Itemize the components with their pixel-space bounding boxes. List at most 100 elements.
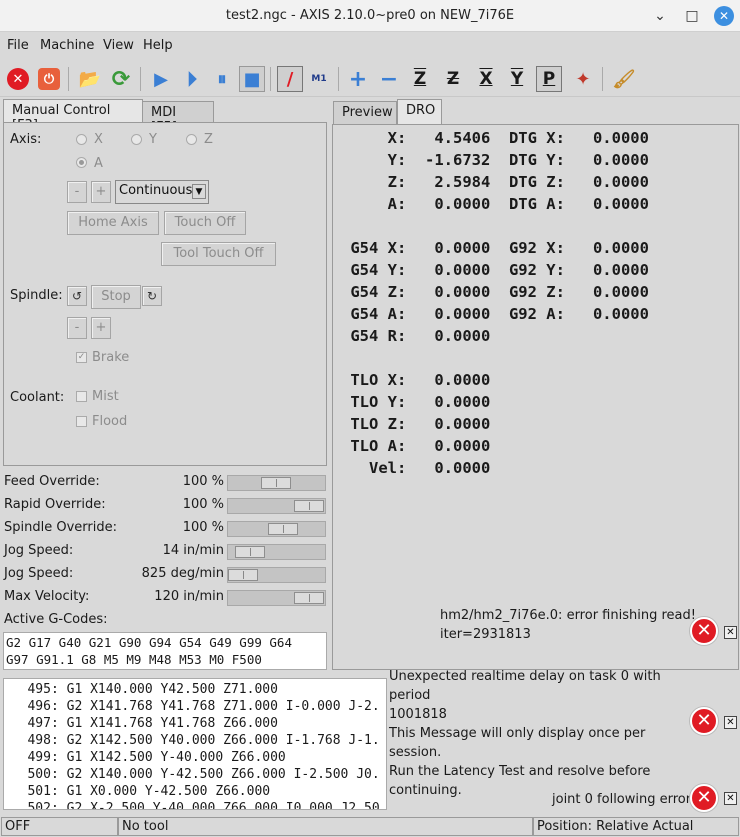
slider-thumb[interactable] bbox=[268, 523, 298, 535]
axis-label: Axis: bbox=[10, 132, 42, 147]
flood-checkbox[interactable] bbox=[76, 416, 87, 427]
view-z-icon[interactable]: Z bbox=[407, 66, 433, 92]
open-file-icon[interactable]: 📂 bbox=[77, 66, 103, 92]
dro-line: Z: 2.5984 DTG Z: 0.0000 bbox=[341, 173, 649, 191]
view-z2-icon[interactable]: Z bbox=[440, 66, 466, 92]
slider-track[interactable] bbox=[227, 544, 326, 560]
brake-label: Brake bbox=[92, 350, 130, 365]
menu-file[interactable]: File bbox=[7, 38, 29, 53]
mist-checkbox[interactable] bbox=[76, 391, 87, 402]
gcode-line[interactable]: 498: G2 X142.500 Y40.000 Z66.000 I-1.768… bbox=[4, 733, 379, 748]
slider-track[interactable] bbox=[227, 475, 326, 491]
tool-touch-off-button[interactable]: Tool Touch Off bbox=[161, 242, 276, 266]
slider-track[interactable] bbox=[227, 498, 326, 514]
menu-view[interactable]: View bbox=[103, 38, 134, 53]
spindle-plus-button[interactable]: + bbox=[91, 317, 111, 339]
gcode-line[interactable]: 496: G2 X141.768 Y41.768 Z71.000 I-0.000… bbox=[4, 699, 379, 714]
gcode-line[interactable]: 501: G1 X0.000 Y-42.500 Z66.000 bbox=[4, 784, 270, 799]
jog-minus-button[interactable]: - bbox=[67, 181, 87, 203]
window-title: test2.ngc - AXIS 2.10.0~pre0 on NEW_7i76… bbox=[225, 8, 515, 23]
axis-y-radio[interactable] bbox=[131, 134, 142, 145]
axis-z-radio[interactable] bbox=[186, 134, 197, 145]
dro-line: TLO Y: 0.0000 bbox=[341, 393, 491, 411]
spindle-minus-button[interactable]: - bbox=[67, 317, 87, 339]
chevron-down-icon: ▼ bbox=[192, 184, 206, 199]
gcode-line[interactable]: 495: G1 X140.000 Y42.500 Z71.000 bbox=[4, 682, 277, 697]
axis-a-radio[interactable] bbox=[76, 157, 87, 168]
dismiss-notification-button[interactable]: ✕ bbox=[724, 626, 737, 639]
dismiss-notification-button[interactable]: ✕ bbox=[724, 792, 737, 805]
tab-mdi[interactable]: MDI [F5] bbox=[142, 101, 214, 135]
zoom-out-icon[interactable]: − bbox=[376, 66, 402, 92]
view-y-icon[interactable]: Y bbox=[504, 66, 530, 92]
gcode-listing[interactable]: 495: G1 X140.000 Y42.500 Z71.000 496: G2… bbox=[3, 678, 387, 810]
view-perspective-icon[interactable]: P bbox=[536, 66, 562, 92]
pause-icon[interactable]: ⏸ bbox=[209, 66, 235, 92]
tab-manual-control[interactable]: Manual Control [F3] bbox=[3, 99, 143, 133]
machine-state: OFF bbox=[1, 817, 118, 836]
view-x-icon[interactable]: X bbox=[473, 66, 499, 92]
slider-thumb[interactable] bbox=[235, 546, 265, 558]
maximize-icon[interactable]: □ bbox=[682, 6, 702, 26]
estop-button[interactable]: ✕ bbox=[5, 66, 31, 92]
menu-help[interactable]: Help bbox=[143, 38, 173, 53]
slider-track[interactable] bbox=[227, 567, 326, 583]
slider-thumb[interactable] bbox=[294, 500, 324, 512]
dro-line: Y: -1.6732 DTG Y: 0.0000 bbox=[341, 151, 649, 169]
rotate-view-icon[interactable]: ✦ bbox=[570, 66, 596, 92]
run-icon[interactable]: ▶ bbox=[148, 66, 174, 92]
notification-message: hm2/hm2_7i76e.0: error finishing read! it… bbox=[440, 606, 696, 644]
tab-dro[interactable]: DRO bbox=[397, 99, 442, 124]
dro-line: X: 4.5406 DTG X: 0.0000 bbox=[341, 129, 649, 147]
mist-label: Mist bbox=[92, 389, 119, 404]
slider-label: Jog Speed: bbox=[4, 566, 74, 581]
clear-plot-icon[interactable]: 🖌 bbox=[611, 66, 637, 92]
dismiss-notification-button[interactable]: ✕ bbox=[724, 716, 737, 729]
jog-plus-button[interactable]: + bbox=[91, 181, 111, 203]
zoom-in-icon[interactable]: + bbox=[345, 66, 371, 92]
coolant-label: Coolant: bbox=[10, 390, 65, 405]
active-gcodes-line: G97 G91.1 G8 M5 M9 M48 M53 M0 F500 bbox=[6, 652, 262, 667]
reload-icon[interactable]: ⟳ bbox=[108, 66, 134, 92]
jog-increment-value: Continuous bbox=[119, 183, 193, 198]
step-icon[interactable]: ⏵ bbox=[179, 66, 205, 92]
slider-thumb[interactable] bbox=[261, 477, 291, 489]
stop-icon[interactable]: ■ bbox=[239, 66, 265, 92]
notification-message: Unexpected realtime delay on task 0 with… bbox=[389, 667, 689, 800]
status-bar: OFF No tool Position: Relative Actual bbox=[0, 815, 740, 837]
optional-stop-icon[interactable]: M1 bbox=[306, 66, 332, 92]
menu-machine[interactable]: Machine bbox=[40, 38, 94, 53]
gcode-line[interactable]: 500: G2 X140.000 Y-42.500 Z66.000 I-2.50… bbox=[4, 767, 379, 782]
slider-label: Spindle Override: bbox=[4, 520, 117, 535]
spindle-reverse-icon[interactable]: ↺ bbox=[67, 286, 87, 306]
slider-track[interactable] bbox=[227, 521, 326, 537]
home-axis-button[interactable]: Home Axis bbox=[67, 211, 159, 235]
gcode-line[interactable]: 499: G1 X142.500 Y-40.000 Z66.000 bbox=[4, 750, 285, 765]
axis-x-radio[interactable] bbox=[76, 134, 87, 145]
manual-control-panel: Axis: X Y Z A - + Continuous ▼ Home Axis … bbox=[3, 122, 327, 466]
close-icon[interactable]: ✕ bbox=[714, 6, 734, 26]
dro-line: TLO Z: 0.0000 bbox=[341, 415, 491, 433]
slider-label: Max Velocity: bbox=[4, 589, 90, 604]
error-icon: ✕ bbox=[690, 707, 718, 735]
dro-line: G54 R: 0.0000 bbox=[341, 327, 491, 345]
axis-a-label: A bbox=[94, 156, 103, 171]
slider-label: Feed Override: bbox=[4, 474, 100, 489]
touch-off-button[interactable]: Touch Off bbox=[164, 211, 246, 235]
slider-value: 100 % bbox=[182, 497, 224, 512]
spindle-stop-button[interactable]: Stop bbox=[91, 285, 141, 309]
gcode-line[interactable]: 502: G2 X-2.500 Y-40.000 Z66.000 I0.000 … bbox=[4, 801, 379, 809]
jog-increment-select[interactable]: Continuous ▼ bbox=[115, 180, 209, 204]
brake-checkbox[interactable]: ✓ bbox=[76, 352, 87, 363]
slider-track[interactable] bbox=[227, 590, 326, 606]
slider-thumb[interactable] bbox=[228, 569, 258, 581]
gcode-line[interactable]: 497: G1 X141.768 Y41.768 Z66.000 bbox=[4, 716, 277, 731]
power-button[interactable]: ⏻ bbox=[36, 66, 62, 92]
slider-thumb[interactable] bbox=[294, 592, 324, 604]
toolbar: ✕ ⏻ 📂 ⟳ ▶ ⏵ ⏸ ■ / M1 + − Z Z X Y P ✦ 🖌 bbox=[0, 61, 740, 97]
tab-preview[interactable]: Preview bbox=[333, 101, 397, 124]
minimize-icon[interactable]: ⌄ bbox=[650, 6, 670, 26]
slider-label: Jog Speed: bbox=[4, 543, 74, 558]
block-delete-icon[interactable]: / bbox=[277, 66, 303, 92]
spindle-forward-icon[interactable]: ↻ bbox=[142, 286, 162, 306]
